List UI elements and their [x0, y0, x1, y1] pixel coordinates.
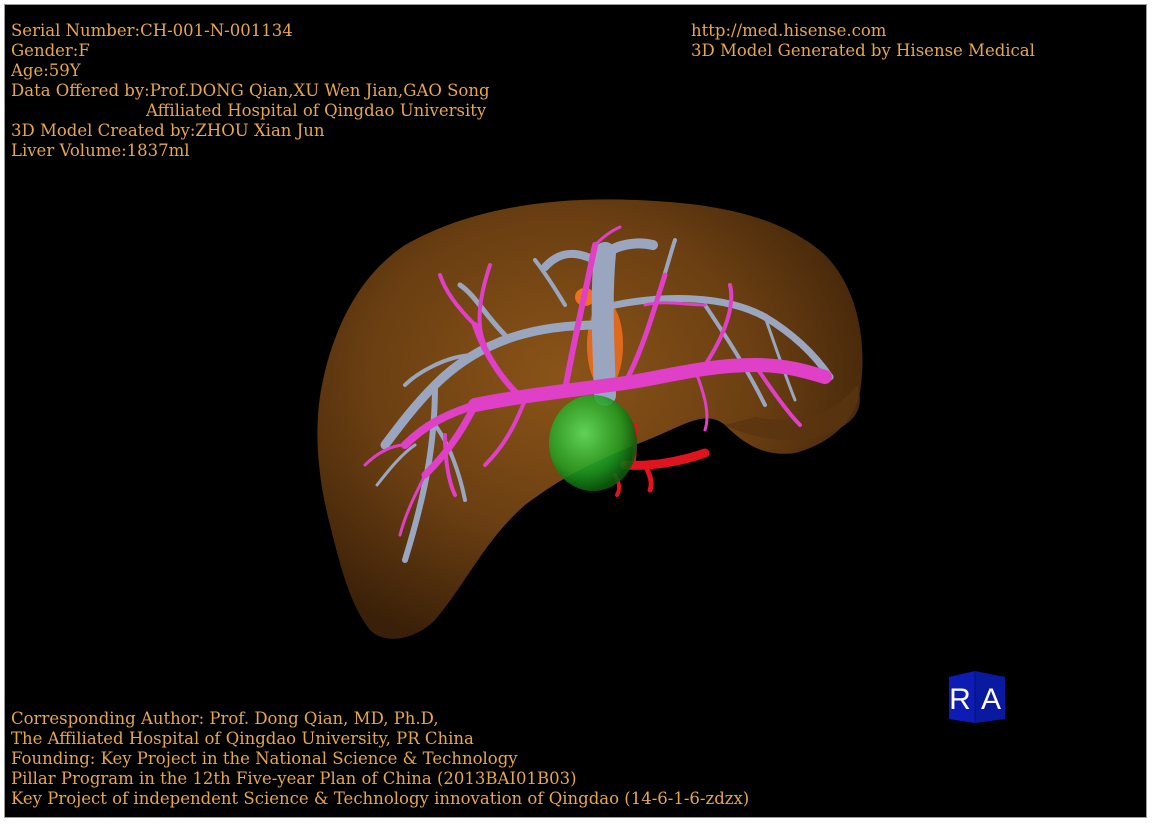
footer-line-3: Founding: Key Project in the National Sc…	[11, 749, 518, 768]
serial-number: Serial Number:CH-001-N-001134	[11, 21, 293, 40]
data-offered: Data Offered by:Prof.DONG Qian,XU Wen Ji…	[11, 81, 490, 100]
website-info: http://med.hisense.com 3D Model Generate…	[691, 21, 1035, 61]
generated-by: 3D Model Generated by Hisense Medical	[691, 41, 1035, 60]
render-viewport[interactable]: Serial Number:CH-001-N-001134 Gender:F A…	[4, 4, 1147, 818]
credits-footer: Corresponding Author: Prof. Dong Qian, M…	[11, 709, 749, 809]
tumor-sphere	[549, 395, 637, 491]
footer-line-4: Pillar Program in the 12th Five-year Pla…	[11, 769, 577, 788]
footer-line-1: Corresponding Author: Prof. Dong Qian, M…	[11, 709, 439, 728]
gender: Gender:F	[11, 41, 90, 60]
model-created: 3D Model Created by:ZHOU Xian Jun	[11, 121, 325, 140]
orientation-label-a: A	[981, 683, 1001, 716]
orientation-label-r: R	[949, 683, 971, 716]
age: Age:59Y	[11, 61, 81, 80]
hospital: Affiliated Hospital of Qingdao Universit…	[146, 101, 487, 120]
orientation-cube-icon[interactable]: R A	[945, 669, 1009, 723]
patient-info: Serial Number:CH-001-N-001134 Gender:F A…	[11, 21, 490, 161]
website-url: http://med.hisense.com	[691, 21, 887, 40]
footer-line-5: Key Project of independent Science & Tec…	[11, 789, 750, 808]
liver-volume: Liver Volume:1837ml	[11, 141, 190, 160]
footer-line-2: The Affiliated Hospital of Qingdao Unive…	[11, 729, 474, 748]
